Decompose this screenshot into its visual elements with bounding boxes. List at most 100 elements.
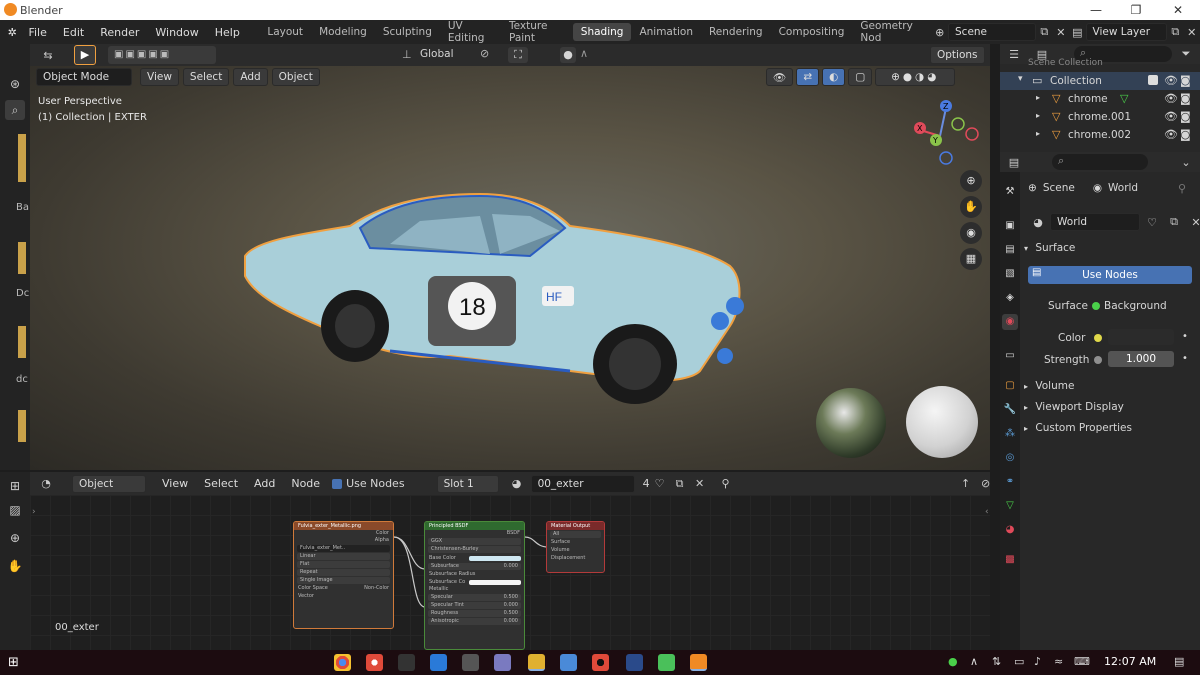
duplicate-material-icon[interactable]: ⧉ [670, 475, 690, 493]
overlay-icon[interactable]: ◐ [822, 68, 846, 86]
specular-value[interactable]: 0.500 [504, 594, 518, 601]
terminal-app-icon[interactable] [626, 654, 643, 671]
view-layer-field[interactable]: View Layer [1085, 23, 1168, 41]
object-visibility-icon[interactable]: 👁 [1164, 128, 1178, 141]
tray-chevron-icon[interactable]: ∧ [970, 655, 978, 668]
area-divider[interactable] [990, 44, 1000, 650]
output-tab-icon[interactable]: ▤ [1002, 242, 1018, 258]
network-icon[interactable]: ⇅ [992, 655, 1001, 668]
projection-field[interactable]: Flat [297, 561, 390, 568]
menu-window[interactable]: Window [147, 26, 206, 39]
node-menu-select[interactable]: Select [196, 477, 246, 490]
source-field[interactable]: Single Image [297, 577, 390, 584]
particles-tab-icon[interactable]: ⁂ [1002, 426, 1018, 442]
menu-edit[interactable]: Edit [55, 26, 92, 39]
filter-icon[interactable]: ⏷ [1176, 45, 1196, 63]
collection-name[interactable]: Collection [1050, 75, 1102, 87]
expand-icon[interactable]: ▸ [1036, 111, 1040, 120]
expand-icon[interactable]: ▸ [1036, 129, 1040, 138]
collection-tab-icon[interactable]: ▭ [1002, 348, 1018, 364]
selection-mode-buttons[interactable]: ▣▣▣▣▣ [108, 46, 216, 64]
bsdf-output[interactable]: BSDF [425, 530, 524, 537]
3d-viewport[interactable]: Object Mode View Select Add Object 👁 ⇄ ◐… [30, 66, 990, 470]
tab-uv-editing[interactable]: UV Editing [440, 17, 501, 47]
delete-scene-icon[interactable]: ✕ [1053, 23, 1069, 41]
material-tab-icon[interactable]: ◕ [1002, 522, 1018, 538]
tab-layout[interactable]: Layout [259, 23, 311, 41]
object-tab-icon[interactable]: ▢ [1002, 378, 1018, 394]
interpolation-field[interactable]: Linear [297, 553, 390, 560]
pan-hand-icon[interactable]: ✋ [960, 196, 982, 218]
pin-icon[interactable]: ⚲ [716, 475, 736, 493]
use-nodes-checkbox[interactable] [332, 478, 343, 489]
object-visibility-icon[interactable]: 👁 [1164, 92, 1178, 105]
world-name-field[interactable]: World [1050, 213, 1140, 231]
dark-app-icon[interactable] [398, 654, 415, 671]
blender-app-icon[interactable] [690, 654, 707, 671]
node-zoom-icon[interactable]: ⊕ [5, 528, 25, 548]
properties-search-input[interactable]: ⌕ [1052, 154, 1148, 170]
cube-app-icon[interactable] [658, 654, 675, 671]
xray-icon[interactable]: ▢ [848, 68, 873, 86]
editor-type-icon[interactable]: ⇆ [38, 46, 58, 64]
color-keyframe-icon[interactable]: • [1182, 331, 1188, 342]
distribution-field[interactable]: GGX [428, 538, 521, 545]
cursor-icon[interactable]: ⊛ [5, 74, 25, 94]
viewport-menu-object[interactable]: Object [271, 68, 320, 86]
record-app-icon[interactable] [592, 654, 609, 671]
paint-app-icon[interactable] [494, 654, 511, 671]
tab-texture-paint[interactable]: Texture Paint [501, 17, 573, 47]
wifi-icon[interactable]: ≈ [1054, 655, 1063, 668]
windows-start-icon[interactable]: ⊞ [8, 655, 19, 670]
new-scene-icon[interactable]: ⧉ [1036, 23, 1052, 41]
properties-type-icon[interactable]: ▤ [1004, 153, 1024, 171]
image-file-field[interactable]: Fulvia_exter_Met.. [297, 545, 390, 552]
scene-collection-item[interactable]: Scene Collection [1028, 58, 1103, 66]
subsurface-value[interactable]: 0.000 [504, 563, 518, 570]
object-camera-icon[interactable]: ◙ [1180, 92, 1191, 105]
color-socket-icon[interactable] [1094, 334, 1102, 342]
notification-icon[interactable]: ▤ [1174, 655, 1184, 668]
expand-icon[interactable]: ▸ [1036, 93, 1040, 102]
scene-tab-icon[interactable]: ◈ [1002, 290, 1018, 306]
tool-tab-icon[interactable]: ⚒ [1002, 184, 1018, 200]
transform-orientation-icon[interactable]: ⊥ [402, 48, 412, 61]
search-tool-icon[interactable]: ⌕ [5, 100, 25, 120]
surface-shader-field[interactable]: Background [1092, 297, 1174, 315]
world-duplicate-icon[interactable]: ⧉ [1164, 213, 1184, 231]
unity-app-icon[interactable] [462, 654, 479, 671]
shader-editor-icon[interactable]: ◔ [36, 475, 56, 493]
transform-orientation[interactable]: Global [420, 48, 454, 60]
tab-animation[interactable]: Animation [631, 23, 701, 41]
fake-user-icon[interactable]: ♡ [650, 475, 670, 493]
new-view-layer-icon[interactable]: ⧉ [1167, 23, 1183, 41]
output-target-field[interactable]: All [550, 531, 601, 538]
outliner-row[interactable]: ▸ ▽ chrome ▽ 👁 ◙ [1000, 90, 1200, 108]
collection-checkbox[interactable] [1148, 75, 1158, 85]
proportional-edit-icon[interactable]: ● [560, 47, 576, 63]
collection-expand-icon[interactable]: ▾ [1018, 74, 1023, 84]
tray-app-icon[interactable]: ● [948, 655, 958, 668]
chrome-profile-app-icon[interactable] [366, 654, 383, 671]
close-icon[interactable]: ✕ [1158, 0, 1198, 20]
principled-bsdf-node[interactable]: Principled BSDF BSDF GGX Christensen-Bur… [424, 521, 525, 650]
world-unlink-icon[interactable]: ✕ [1186, 213, 1200, 231]
zoom-icon[interactable]: ⊕ [960, 170, 982, 192]
parent-node-icon[interactable]: ↑ [956, 475, 976, 493]
world-tab-icon[interactable]: ◉ [1002, 314, 1018, 330]
properties-options-icon[interactable]: ⌄ [1176, 153, 1196, 171]
object-name-chrome-002[interactable]: chrome.002 [1068, 129, 1131, 141]
viewport-menu-view[interactable]: View [140, 68, 179, 86]
specular-tint-value[interactable]: 0.000 [504, 602, 518, 609]
collection-visibility-icon[interactable]: 👁 [1164, 74, 1178, 87]
keyboard-icon[interactable]: ⌨ [1074, 655, 1090, 668]
pin-properties-icon[interactable]: ⚲ [1178, 182, 1186, 195]
tab-modeling[interactable]: Modeling [311, 23, 375, 41]
object-name-chrome[interactable]: chrome [1068, 93, 1108, 105]
material-name-field[interactable]: 00_exter [530, 474, 635, 493]
volume-icon[interactable]: ♪ [1034, 655, 1041, 668]
node-menu-add[interactable]: Add [246, 477, 283, 490]
physics-tab-icon[interactable]: ◎ [1002, 450, 1018, 466]
image-output-alpha[interactable]: Alpha [294, 537, 393, 544]
maximize-icon[interactable]: ❐ [1116, 0, 1156, 20]
